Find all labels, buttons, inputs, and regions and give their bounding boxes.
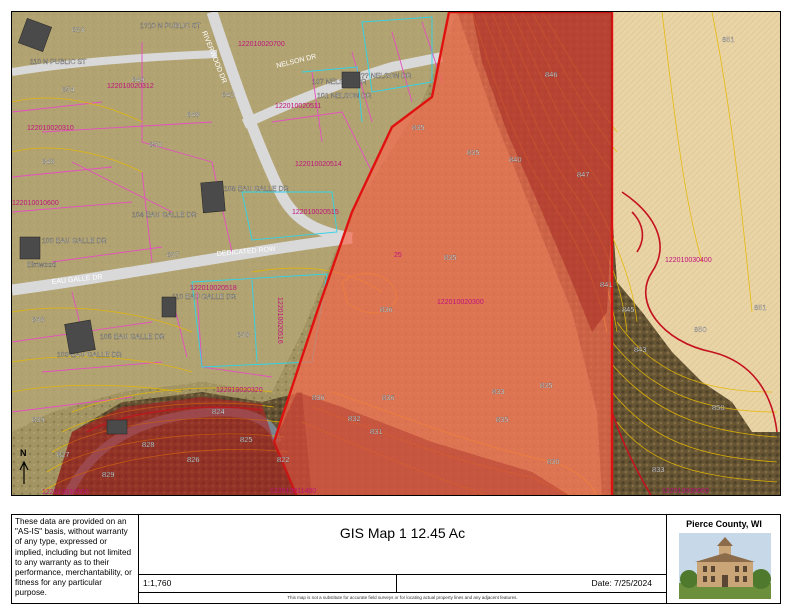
svg-text:835: 835 [412, 123, 425, 132]
svg-text:848: 848 [187, 110, 200, 119]
address-label: 104 EAU GALLE DR [132, 212, 197, 219]
svg-text:833: 833 [492, 387, 505, 396]
address-label: 1?10 N PUBLIC ST [140, 23, 201, 30]
address-label: 1?? NELSON DR [357, 73, 411, 80]
map-scale: 1:1,760 [139, 575, 397, 593]
svg-text:841: 841 [600, 280, 613, 289]
map-note: This map is not a substitute for accurat… [287, 595, 518, 600]
map-legend-footer: These data are provided on an "AS-IS" ba… [11, 514, 781, 604]
svg-text:838: 838 [32, 315, 45, 324]
svg-text:851: 851 [722, 35, 735, 44]
svg-text:835: 835 [444, 253, 457, 262]
svg-text:822: 822 [277, 455, 290, 464]
address-label: 108 EAU GALLE DR [224, 186, 289, 193]
map-date: Date: 7/25/2024 [397, 575, 666, 593]
parcel-id-label: 122010011400 [270, 488, 316, 495]
parcel-id-label: 122010030000 [662, 488, 709, 495]
svg-text:827: 827 [57, 450, 70, 459]
address-label: 103 EAU GALLE DR [57, 352, 122, 359]
map-title-box: GIS Map 1 12.45 Ac [139, 515, 666, 575]
county-block: Pierce County, WI [666, 515, 780, 603]
svg-text:826: 826 [187, 455, 200, 464]
parcel-id-label: 122010020516 [276, 297, 283, 344]
svg-text:842: 842 [222, 90, 235, 99]
svg-text:836: 836 [312, 393, 325, 402]
svg-text:835: 835 [496, 415, 509, 424]
address-label: 100 EAU GALLE DR [42, 238, 107, 245]
svg-text:835: 835 [540, 381, 553, 390]
svg-text:836: 836 [380, 305, 393, 314]
county-name: Pierce County, WI [686, 519, 762, 529]
parcel-id-label: 122010020320 [216, 387, 263, 394]
parcel-id-label: 122010020700 [238, 41, 285, 48]
svg-text:848: 848 [42, 157, 55, 166]
svg-text:840: 840 [509, 155, 522, 164]
svg-text:824: 824 [212, 407, 225, 416]
parcel-id-label: 122010020310 [27, 125, 74, 132]
svg-text:835: 835 [467, 148, 480, 157]
address-label: 101 NELSON DR [317, 93, 371, 100]
svg-text:850: 850 [694, 325, 707, 334]
svg-text:845: 845 [622, 305, 635, 314]
parcel-id-label: 122010030400 [665, 257, 712, 264]
address-label: 105 EAU GALLE DR [100, 334, 165, 341]
svg-text:839: 839 [32, 415, 45, 424]
svg-text:836: 836 [382, 393, 395, 402]
courthouse-logo [679, 533, 771, 599]
parcel-id-label: 122010020515 [292, 209, 339, 216]
address-label: 110 N PUBLIC ST [30, 59, 87, 66]
svg-text:850: 850 [712, 403, 725, 412]
svg-text:846: 846 [545, 70, 558, 79]
parcel-id-label: 122010020514 [295, 161, 342, 168]
svg-text:838: 838 [237, 330, 250, 339]
parcel-id-label: 122010020312 [107, 83, 154, 90]
svg-text:849: 849 [132, 75, 145, 84]
subject-parcel-id: 122010020300 [437, 299, 484, 306]
parcel-id-label: 122010020511 [275, 103, 321, 110]
svg-text:828: 828 [142, 440, 155, 449]
svg-text:N: N [20, 448, 27, 458]
svg-text:837: 837 [167, 250, 180, 259]
address-label: Elmwood [27, 262, 56, 269]
map-title: GIS Map 1 12.45 Ac [339, 525, 466, 541]
svg-text:825: 825 [240, 435, 253, 444]
subject-parcel-area: 25 [394, 252, 402, 259]
parcel-id-label: 122010010500 [42, 489, 89, 496]
svg-text:832: 832 [348, 414, 361, 423]
svg-text:829: 829 [102, 470, 115, 479]
svg-text:830: 830 [547, 457, 560, 466]
svg-text:851: 851 [754, 303, 767, 312]
svg-text:850: 850 [149, 140, 162, 149]
svg-text:854: 854 [62, 85, 75, 94]
parcel-id-label: 122010010600 [12, 200, 59, 207]
svg-text:847: 847 [577, 170, 590, 179]
address-label: 110 EAU GALLE DR [172, 294, 236, 301]
svg-text:823: 823 [72, 25, 85, 34]
svg-text:843: 843 [634, 345, 647, 354]
svg-text:831: 831 [370, 427, 383, 436]
gis-map[interactable]: 122010020300 25 EAU GALLE DR NELSON DR R… [11, 11, 781, 496]
svg-text:833: 833 [652, 465, 665, 474]
disclaimer-text: These data are provided on an "AS-IS" ba… [12, 515, 139, 603]
parcel-id-label: 122010020518 [190, 285, 237, 292]
